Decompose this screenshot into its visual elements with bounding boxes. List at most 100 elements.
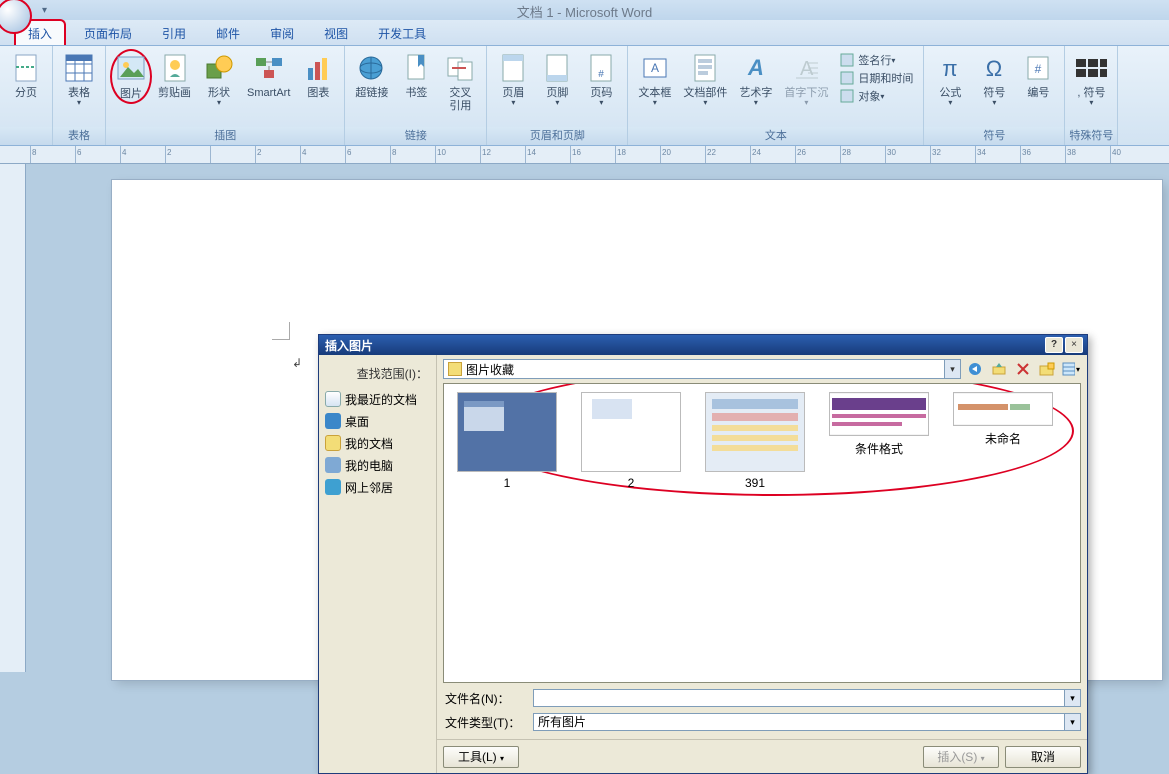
number-button[interactable]: # 编号 [1016, 49, 1060, 100]
ruler-mark: 20 [662, 148, 671, 157]
clipart-button[interactable]: 剪贴画 [152, 49, 197, 100]
filename-dropdown-icon[interactable]: ▾ [1064, 690, 1080, 706]
header-icon [497, 51, 529, 85]
datetime-button[interactable]: 日期和时间 [840, 69, 913, 87]
tab-邮件[interactable]: 邮件 [204, 21, 252, 45]
tab-开发工具[interactable]: 开发工具 [366, 21, 438, 45]
tab-视图[interactable]: 视图 [312, 21, 360, 45]
textbox-button[interactable]: A文本框▾ [632, 49, 677, 107]
new-folder-button[interactable] [1037, 360, 1057, 378]
up-button[interactable] [989, 360, 1009, 378]
back-button[interactable] [965, 360, 985, 378]
sidebar-mycomputer[interactable]: 我的电脑 [323, 454, 432, 476]
shapes-icon [203, 51, 235, 85]
ruler-mark: 28 [842, 148, 851, 157]
file-thumb-391[interactable]: 391 [700, 392, 810, 490]
quickparts-icon [689, 51, 721, 85]
svg-text:#: # [1035, 62, 1042, 76]
shapes-button[interactable]: 形状▾ [197, 49, 241, 107]
smartart-button[interactable]: SmartArt [241, 49, 296, 100]
hyperlink-button[interactable]: 超链接 [349, 49, 394, 100]
bookmark-button[interactable]: 书签 [394, 49, 438, 100]
dropdown-arrow-icon: ▾ [217, 98, 221, 107]
wordart-button[interactable]: A艺术字▾ [733, 49, 778, 107]
break-button[interactable]: 分页 [4, 49, 48, 100]
header-button[interactable]: 页眉▾ [491, 49, 535, 107]
number-icon: # [1022, 51, 1054, 85]
ruler-mark: 12 [482, 148, 491, 157]
ribbon-group-表格: 表格▾ 表格 [53, 46, 106, 145]
number-label: 编号 [1027, 87, 1049, 100]
dropdown-arrow-icon: ▾ [555, 98, 559, 107]
dialog-help-button[interactable]: ? [1045, 337, 1063, 353]
mydocs-icon [325, 435, 341, 451]
dropdown-arrow-icon: ▾ [1089, 98, 1093, 107]
desktop-label: 桌面 [345, 413, 369, 430]
filetype-combo[interactable]: 所有图片 ▾ [533, 713, 1081, 731]
ruler-mark: 8 [32, 148, 36, 157]
ruler-mark: 6 [77, 148, 81, 157]
text-cursor: ↲ [292, 356, 302, 370]
dialog-footer: 工具(L) ▾ 插入(S) ▾ 取消 [437, 739, 1087, 773]
object-button[interactable]: 对象 ▾ [840, 87, 884, 105]
svg-text:#: # [599, 69, 605, 80]
quickparts-button[interactable]: 文档部件▾ [677, 49, 733, 107]
combo-dropdown-icon[interactable]: ▾ [944, 360, 960, 378]
ruler-mark: 30 [887, 148, 896, 157]
ruler-mark: 24 [752, 148, 761, 157]
tab-审阅[interactable]: 审阅 [258, 21, 306, 45]
folder-icon [448, 362, 462, 376]
symbol-button[interactable]: Ω符号▾ [972, 49, 1016, 107]
group-label: 特殊符号 [1065, 127, 1117, 145]
pagenum-button[interactable]: #页码▾ [579, 49, 623, 107]
tools-button[interactable]: 工具(L) ▾ [443, 746, 519, 768]
tab-引用[interactable]: 引用 [150, 21, 198, 45]
dropdown-arrow-icon: ▾ [77, 98, 81, 107]
insert-button[interactable]: 插入(S) ▾ [923, 746, 999, 768]
cancel-button[interactable]: 取消 [1005, 746, 1081, 768]
look-in-combo[interactable]: 图片收藏 ▾ [443, 359, 961, 379]
thumb-label: 1 [452, 476, 562, 490]
dialog-sidebar: 查找范围(I)： 我最近的文档桌面我的文档我的电脑网上邻居 [319, 355, 437, 773]
break-icon [10, 51, 42, 85]
tab-页面布局[interactable]: 页面布局 [72, 21, 144, 45]
footer-button[interactable]: 页脚▾ [535, 49, 579, 107]
vertical-ruler [0, 164, 26, 672]
file-list-pane[interactable]: 12391条件格式未命名 [443, 383, 1081, 683]
filename-label: 文件名(N)： [443, 690, 533, 707]
ruler-mark: 6 [347, 148, 351, 157]
sidebar-network[interactable]: 网上邻居 [323, 476, 432, 498]
picture-button[interactable]: 图片 [110, 49, 152, 104]
sidebar-desktop[interactable]: 桌面 [323, 410, 432, 432]
filename-input[interactable]: ▾ [533, 689, 1081, 707]
table-button[interactable]: 表格▾ [57, 49, 101, 107]
chart-button[interactable]: 图表 [296, 49, 340, 100]
ruler-mark: 26 [797, 148, 806, 157]
file-thumb-未命名[interactable]: 未命名 [948, 392, 1058, 447]
group-label: 页眉和页脚 [487, 127, 627, 145]
sigline-button[interactable]: 签名行 ▾ [840, 51, 895, 69]
wordart-icon: A [740, 51, 772, 85]
group-label: 表格 [53, 127, 105, 145]
filetype-dropdown-icon[interactable]: ▾ [1064, 714, 1080, 730]
sidebar-mydocs[interactable]: 我的文档 [323, 432, 432, 454]
delete-button[interactable] [1013, 360, 1033, 378]
dropdown-arrow-icon: ▾ [754, 98, 758, 107]
recent-label: 我最近的文档 [345, 391, 417, 408]
file-thumb-1[interactable]: 1 [452, 392, 562, 490]
ruler-mark: 32 [932, 148, 941, 157]
equation-button[interactable]: π公式▾ [928, 49, 972, 107]
look-in-value: 图片收藏 [466, 361, 514, 378]
views-button[interactable]: ▾ [1061, 360, 1081, 378]
file-thumb-2[interactable]: 2 [576, 392, 686, 490]
dropdown-arrow-icon: ▾ [653, 98, 657, 107]
smartart-label: SmartArt [247, 87, 290, 100]
dropcap-button[interactable]: A首字下沉▾ [778, 49, 834, 107]
crossref-button[interactable]: 交叉引用 [438, 49, 482, 113]
symbol-icon: Ω [978, 51, 1010, 85]
sidebar-recent[interactable]: 我最近的文档 [323, 388, 432, 410]
dialog-close-button[interactable]: × [1065, 337, 1083, 353]
file-thumb-条件格式[interactable]: 条件格式 [824, 392, 934, 457]
dialog-titlebar[interactable]: 插入图片 ? × [319, 335, 1087, 355]
specsym-button[interactable]: , 符号 ▾ [1069, 49, 1113, 107]
